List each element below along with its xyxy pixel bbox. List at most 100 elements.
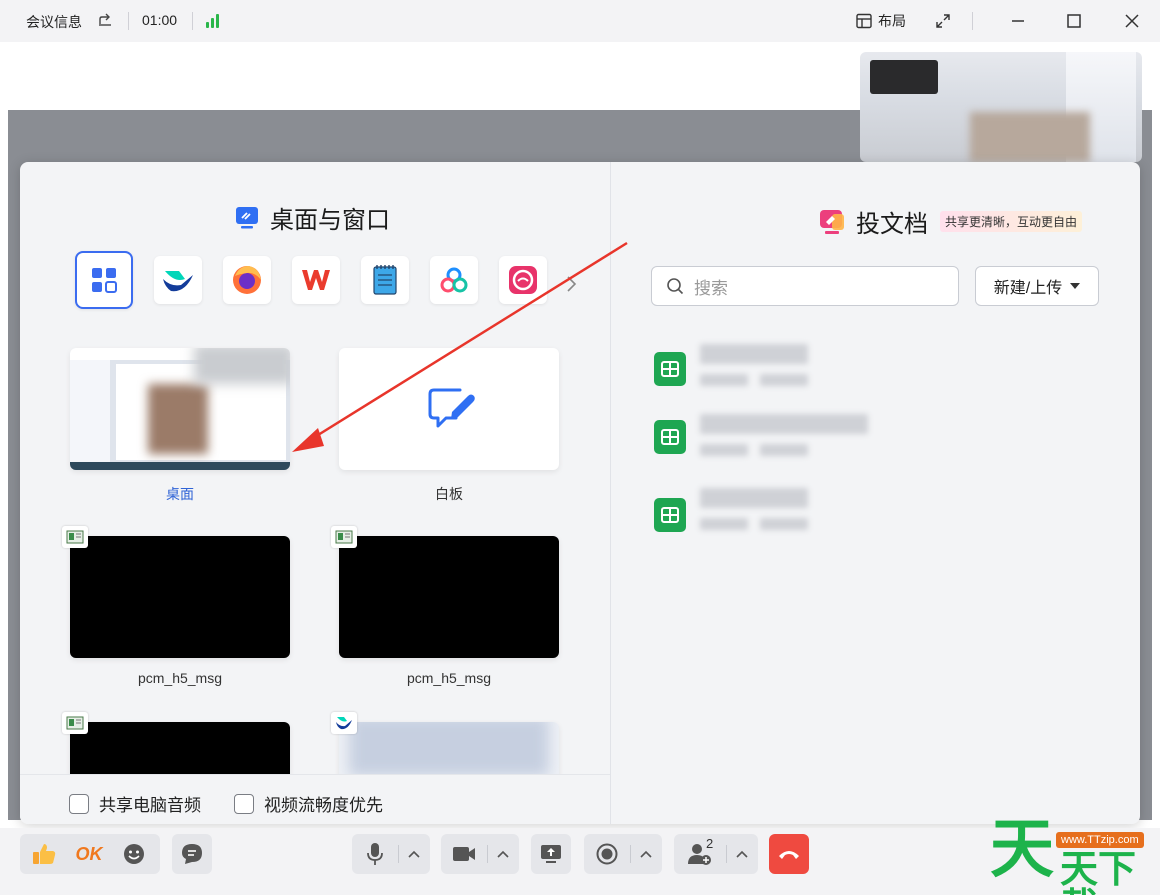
thumbnail-taskbar <box>70 462 290 470</box>
emoji-icon[interactable] <box>110 834 158 874</box>
record-group <box>584 834 662 874</box>
checkbox-box[interactable] <box>69 793 89 814</box>
share-tile-whiteboard[interactable] <box>339 348 559 470</box>
tile-label-whiteboard: 白板 <box>435 486 463 502</box>
checkbox-box[interactable] <box>234 793 254 814</box>
ok-reaction-button[interactable]: OK <box>68 834 110 874</box>
share-icon[interactable] <box>98 12 112 29</box>
microphone-icon[interactable] <box>352 834 398 874</box>
search-placeholder: 搜索 <box>694 278 728 298</box>
share-screen-icon <box>531 834 571 874</box>
chevron-up-icon[interactable] <box>727 834 757 874</box>
doc-item[interactable] <box>654 408 1034 464</box>
thumbnail-content <box>194 348 290 384</box>
app-filter-all[interactable] <box>75 251 133 309</box>
doc-search-input[interactable]: 搜索 <box>651 266 959 306</box>
blurred-doc-title <box>700 488 808 508</box>
thumbs-up-icon[interactable] <box>20 834 68 874</box>
spreadsheet-icon <box>654 498 686 532</box>
section-title-text: 投文档 <box>856 211 928 238</box>
app-filter-feishu[interactable] <box>154 256 202 304</box>
app-filter-wps[interactable] <box>292 256 340 304</box>
divider <box>192 12 193 30</box>
monitor-icon <box>236 206 258 228</box>
share-options-bar: 共享电脑音频 视频流畅度优先 <box>20 774 610 824</box>
minimize-icon[interactable] <box>1006 9 1030 33</box>
blurred-doc-meta <box>700 444 748 456</box>
maximize-icon[interactable] <box>1062 9 1086 33</box>
participants-button[interactable]: 2 <box>674 834 726 874</box>
chevron-up-icon[interactable] <box>399 834 429 874</box>
participants-group: 2 <box>674 834 758 874</box>
tile-label-desktop: 桌面 <box>166 486 194 502</box>
video-content <box>970 112 1090 162</box>
doc-item[interactable] <box>654 486 1034 542</box>
chevron-right-icon[interactable] <box>564 274 578 294</box>
participants-count: 2 <box>706 836 714 851</box>
chevron-up-icon[interactable] <box>488 834 518 874</box>
tencent-docs-icon <box>440 267 468 293</box>
checkbox-label: 视频流畅度优先 <box>264 796 383 815</box>
hang-up-button[interactable] <box>769 834 809 874</box>
video-smooth-checkbox[interactable]: 视频流畅度优先 <box>234 791 383 816</box>
reactions-group: OK <box>20 834 160 874</box>
doc-item[interactable] <box>654 340 1034 396</box>
network-signal-icon[interactable] <box>206 14 219 28</box>
meeting-toolbar: OK 2 <box>0 828 1160 895</box>
feishu-icon <box>163 271 193 292</box>
window-app-icon <box>62 526 88 548</box>
share-tile-desktop[interactable] <box>70 348 290 470</box>
section-title-text: 桌面与窗口 <box>270 207 390 234</box>
camera-icon[interactable] <box>441 834 487 874</box>
share-panel: 桌面与窗口 桌面 白板 pcm_h5_msg pcm_h5_msg 共享电脑音频… <box>20 162 1140 824</box>
watermark-logo-text: 天下載 <box>1060 847 1137 895</box>
window-app-icon <box>331 526 357 548</box>
self-video-preview[interactable] <box>860 52 1142 162</box>
record-icon[interactable] <box>584 834 630 874</box>
doc-section-title: 投文档 共享更清晰，互动更自由 <box>818 204 1083 239</box>
share-tile-window[interactable] <box>339 536 559 658</box>
blurred-doc-meta <box>760 518 808 530</box>
watermark-site: www.TTzip.com <box>1056 832 1144 848</box>
caret-down-icon <box>1070 283 1081 289</box>
thumbnail-content <box>70 360 110 462</box>
layout-icon <box>856 13 872 29</box>
share-audio-checkbox[interactable]: 共享电脑音频 <box>69 791 201 816</box>
blurred-doc-title <box>700 414 868 434</box>
panel-divider <box>610 162 611 824</box>
app-filter-screen-record[interactable] <box>499 256 547 304</box>
layout-button[interactable]: 布局 <box>856 11 906 31</box>
meeting-info-link[interactable]: 会议信息 <box>26 12 82 32</box>
app-filter-tencent-docs[interactable] <box>430 256 478 304</box>
blurred-doc-title <box>700 344 808 364</box>
blurred-doc-meta <box>760 444 808 456</box>
thumbnail-content <box>349 722 549 776</box>
layout-label: 布局 <box>878 13 906 29</box>
firefox-icon <box>233 266 261 294</box>
whiteboard-icon <box>428 388 475 428</box>
close-icon[interactable] <box>1120 9 1144 33</box>
fullscreen-icon[interactable] <box>931 9 955 33</box>
window-app-icon <box>331 712 357 734</box>
blurred-doc-meta <box>700 518 748 530</box>
search-icon <box>667 278 684 295</box>
screen-record-icon <box>509 266 537 294</box>
promo-tag: 共享更清晰，互动更自由 <box>940 211 1083 232</box>
app-filter-notepad[interactable] <box>361 256 409 304</box>
mic-group <box>352 834 430 874</box>
title-bar: 会议信息 01:00 布局 <box>0 0 1160 42</box>
blurred-doc-meta <box>760 374 808 386</box>
app-filter-firefox[interactable] <box>223 256 271 304</box>
checkbox-label: 共享电脑音频 <box>99 796 201 815</box>
meeting-timer: 01:00 <box>142 12 178 28</box>
watermark-logo: 天 <box>990 813 1054 887</box>
chat-button[interactable] <box>172 834 212 874</box>
share-screen-button[interactable] <box>531 834 571 874</box>
spreadsheet-icon <box>654 352 686 386</box>
video-content <box>870 60 938 94</box>
share-tile-window[interactable] <box>70 536 290 658</box>
chevron-up-icon[interactable] <box>631 834 661 874</box>
new-upload-button[interactable]: 新建/上传 <box>975 266 1099 306</box>
new-upload-label: 新建/上传 <box>993 280 1063 297</box>
divider <box>972 12 973 30</box>
